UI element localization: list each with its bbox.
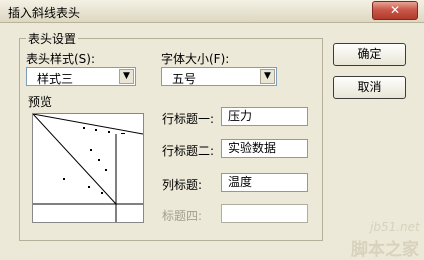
col-title-input[interactable]: 温度 [221, 173, 308, 192]
preview-diagram [32, 113, 144, 222]
title-4-input [221, 204, 308, 223]
style-select[interactable]: 样式三 ▼ [26, 67, 136, 86]
chevron-down-icon[interactable]: ▼ [119, 69, 134, 84]
preview-pane [32, 113, 144, 223]
row-title-2-label: 行标题二: [162, 144, 215, 158]
style-label: 表头样式(S): [26, 52, 96, 66]
watermark-name: 脚本之家 [351, 240, 419, 260]
font-size-label: 字体大小(F): [161, 52, 230, 66]
ok-button[interactable]: 确定 [333, 43, 406, 66]
insert-diagonal-header-dialog: 插入斜线表头 ✕ 表头设置 表头样式(S): 样式三 ▼ 字体大小(F): 五号… [0, 0, 424, 260]
group-legend: 表头设置 [26, 30, 79, 47]
title-4-label: 标题四: [162, 209, 203, 223]
preview-label: 预览 [28, 95, 53, 109]
row-title-2-input[interactable]: 实验数据 [221, 139, 308, 158]
dialog-title: 插入斜线表头 [8, 6, 81, 20]
site-watermark: jb51.net 脚本之家 [334, 205, 424, 260]
chevron-down-icon[interactable]: ▼ [260, 69, 275, 84]
font-size-select[interactable]: 五号 ▼ [161, 67, 277, 86]
row-title-1-input[interactable]: 压力 [221, 107, 308, 126]
close-button[interactable]: ✕ [372, 1, 418, 20]
col-title-label: 列标题: [162, 178, 203, 192]
title-bar[interactable]: 插入斜线表头 ✕ [0, 0, 424, 23]
style-select-value: 样式三 [37, 72, 74, 86]
row-title-1-label: 行标题一: [162, 112, 215, 126]
font-size-select-value: 五号 [172, 72, 197, 86]
cancel-button[interactable]: 取消 [333, 76, 406, 99]
watermark-url: jb51.net [370, 220, 420, 234]
